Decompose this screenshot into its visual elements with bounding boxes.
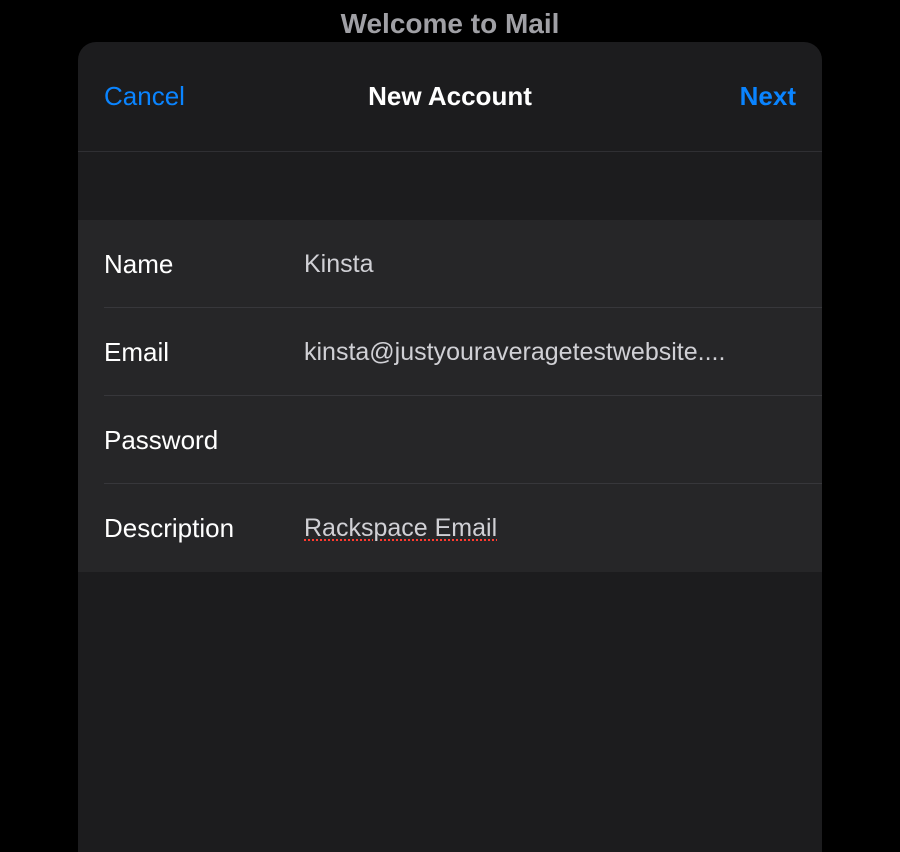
sheet-title: New Account bbox=[368, 81, 532, 112]
email-label: Email bbox=[104, 337, 304, 368]
email-field[interactable] bbox=[304, 338, 796, 367]
account-form: Name Email Password Description Rackspac… bbox=[78, 220, 822, 572]
password-field[interactable] bbox=[304, 426, 796, 455]
background-page-title: Welcome to Mail bbox=[0, 8, 900, 40]
description-row: Description Rackspace Email bbox=[78, 484, 822, 572]
password-label: Password bbox=[104, 425, 304, 456]
name-row: Name bbox=[78, 220, 822, 308]
description-label: Description bbox=[104, 513, 304, 544]
email-row: Email bbox=[78, 308, 822, 396]
new-account-sheet: Cancel New Account Next Name Email Passw… bbox=[78, 42, 822, 852]
next-button[interactable]: Next bbox=[740, 81, 796, 112]
cancel-button[interactable]: Cancel bbox=[104, 81, 185, 112]
password-row: Password bbox=[78, 396, 822, 484]
description-field[interactable]: Rackspace Email bbox=[304, 514, 796, 543]
navigation-bar: Cancel New Account Next bbox=[78, 42, 822, 152]
name-field[interactable] bbox=[304, 250, 796, 279]
name-label: Name bbox=[104, 249, 304, 280]
section-spacer bbox=[78, 152, 822, 220]
